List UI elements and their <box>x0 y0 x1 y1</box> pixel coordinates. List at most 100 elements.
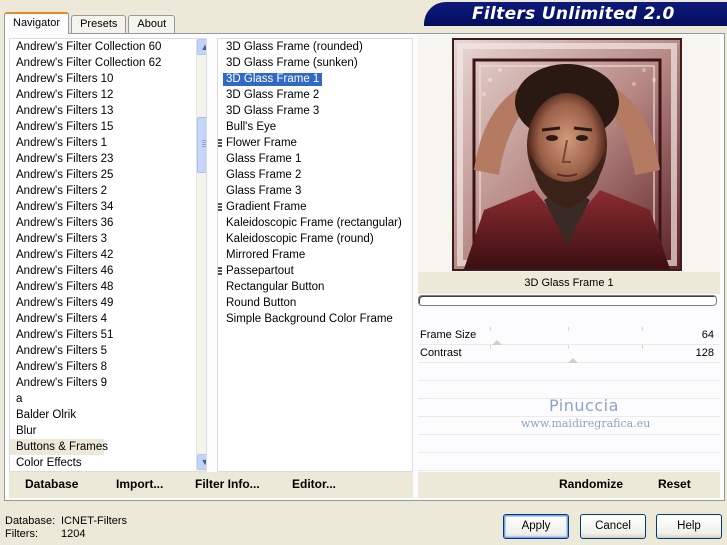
import-button[interactable]: Import... <box>116 477 163 491</box>
category-item[interactable]: Andrew's Filters 49 <box>10 295 190 311</box>
param-empty <box>418 363 720 381</box>
filter-item[interactable]: 3D Glass Frame 3 <box>222 103 402 119</box>
filter-info-button[interactable]: Filter Info... <box>195 477 260 491</box>
category-item[interactable]: Andrew's Filters 25 <box>10 167 190 183</box>
filter-item[interactable]: Mirrored Frame <box>222 247 402 263</box>
category-item[interactable]: Andrew's Filters 4 <box>10 311 190 327</box>
filter-list[interactable]: 3D Glass Frame (rounded) 3D Glass Frame (… <box>217 38 413 472</box>
scroll-up-button[interactable]: ▲ <box>197 39 206 55</box>
category-item[interactable]: Andrew's Filters 48 <box>10 279 190 295</box>
category-item[interactable]: Andrew's Filter Collection 60 <box>10 39 190 55</box>
param-frame-size[interactable]: Frame Size 64 <box>418 327 720 345</box>
scroll-thumb[interactable] <box>197 117 206 173</box>
filter-items: 3D Glass Frame (rounded) 3D Glass Frame (… <box>218 39 402 327</box>
category-item[interactable]: Andrew's Filters 23 <box>10 151 190 167</box>
category-item[interactable]: Andrew's Filters 1 <box>10 135 190 151</box>
apply-button[interactable]: Apply <box>503 514 569 539</box>
arrow-up-icon: ▲ <box>201 42 206 52</box>
category-item[interactable]: a <box>10 391 190 407</box>
filter-item[interactable]: Glass Frame 3 <box>222 183 402 199</box>
category-item[interactable]: Andrew's Filters 12 <box>10 87 190 103</box>
slider-guide <box>568 327 569 331</box>
filter-item-label: Rectangular Button <box>226 281 325 293</box>
app-title-banner: Filters Unlimited 2.0 <box>424 2 727 26</box>
progress-bar <box>418 295 717 306</box>
filter-item[interactable]: Gradient Frame <box>218 199 402 215</box>
category-item[interactable]: Andrew's Filters 34 <box>10 199 190 215</box>
filter-item[interactable]: Bull's Eye <box>222 119 402 135</box>
reset-button[interactable]: Reset <box>658 477 691 491</box>
filter-item[interactable]: Flower Frame <box>218 135 402 151</box>
param-label: Contrast <box>420 347 462 359</box>
category-item[interactable]: Andrew's Filters 9 <box>10 375 190 391</box>
database-value: ICNET-Filters <box>61 515 127 527</box>
filter-item[interactable]: Passepartout <box>218 263 402 279</box>
editor-button[interactable]: Editor... <box>292 477 336 491</box>
filter-item-label: 3D Glass Frame (rounded) <box>226 41 363 53</box>
category-item[interactable]: Andrew's Filters 51 <box>10 327 190 343</box>
category-item[interactable]: Andrew's Filters 36 <box>10 215 190 231</box>
filter-item-label: Round Button <box>226 297 297 309</box>
category-item[interactable]: Color Effects <box>10 455 190 471</box>
filter-item[interactable]: Glass Frame 1 <box>222 151 402 167</box>
filter-item-label: 3D Glass Frame 3 <box>226 105 320 117</box>
category-items: Andrew's Filter Collection 60 Andrew's Fi… <box>10 39 190 471</box>
tab-navigator[interactable]: Navigator <box>4 12 70 34</box>
filter-item[interactable]: 3D Glass Frame 2 <box>222 87 402 103</box>
category-item[interactable]: Andrew's Filters 10 <box>10 71 190 87</box>
watermark-name: Pinuccia <box>549 396 619 415</box>
filter-item[interactable]: 3D Glass Frame (sunken) <box>222 55 402 71</box>
filter-item-label: Gradient Frame <box>226 201 307 213</box>
category-item[interactable]: Andrew's Filters 8 <box>10 359 190 375</box>
category-item[interactable]: Andrew's Filters 42 <box>10 247 190 263</box>
filter-item[interactable]: Kaleidoscopic Frame (rectangular) <box>222 215 402 231</box>
database-label: Database: <box>5 515 56 527</box>
help-button[interactable]: Help <box>656 514 722 539</box>
category-item[interactable]: Buttons & Frames <box>10 439 108 455</box>
slider-guide <box>642 327 643 331</box>
param-value: 128 <box>695 347 714 359</box>
category-item[interactable]: Balder Olrik <box>10 407 190 423</box>
scroll-down-button[interactable]: ▼ <box>197 454 206 470</box>
category-item[interactable]: Andrew's Filter Collection 62 <box>10 55 190 71</box>
slider-guide <box>642 345 643 349</box>
tab-presets[interactable]: Presets <box>71 15 127 34</box>
preview-image <box>452 38 682 271</box>
cancel-button[interactable]: Cancel <box>580 514 646 539</box>
category-item[interactable]: Andrew's Filters 46 <box>10 263 190 279</box>
right-button-bar: Randomize Reset <box>418 472 720 498</box>
left-button-bar: Database Import... Filter Info... Editor… <box>9 472 413 498</box>
filter-item[interactable]: Simple Background Color Frame <box>222 311 402 327</box>
category-item[interactable]: Andrew's Filters 2 <box>10 183 190 199</box>
category-item[interactable]: Blur <box>10 423 190 439</box>
footer-info: Database: ICNET-Filters Filters: 1204 <box>5 515 127 541</box>
slider-guide <box>490 345 491 349</box>
filter-item-label: 3D Glass Frame 2 <box>226 89 320 101</box>
filter-item[interactable]: 3D Glass Frame 1 <box>222 71 402 87</box>
filter-item[interactable]: Glass Frame 2 <box>222 167 402 183</box>
filter-title: 3D Glass Frame 1 <box>418 272 720 294</box>
slider-guide <box>490 327 491 331</box>
filter-item[interactable]: 3D Glass Frame (rounded) <box>222 39 402 55</box>
param-contrast[interactable]: Contrast 128 <box>418 345 720 363</box>
filter-item[interactable]: Round Button <box>222 295 402 311</box>
database-button[interactable]: Database <box>25 477 78 491</box>
category-item[interactable]: Andrew's Filters 3 <box>10 231 190 247</box>
param-label: Frame Size <box>420 329 477 341</box>
filter-item-label: Glass Frame 2 <box>226 169 302 181</box>
filters-count: 1204 <box>61 528 86 540</box>
filter-item[interactable]: Rectangular Button <box>222 279 402 295</box>
category-list[interactable]: Andrew's Filter Collection 60 Andrew's Fi… <box>9 38 207 472</box>
param-empty <box>418 453 720 471</box>
filter-item-label: Mirrored Frame <box>226 249 306 261</box>
category-item[interactable]: Andrew's Filters 13 <box>10 103 190 119</box>
tab-about[interactable]: About <box>128 15 176 34</box>
filter-item[interactable]: Kaleidoscopic Frame (round) <box>222 231 402 247</box>
category-scrollbar[interactable]: ▲ ▼ <box>196 39 206 471</box>
param-empty <box>418 435 720 453</box>
slider-guide <box>568 345 569 349</box>
category-item[interactable]: Andrew's Filters 5 <box>10 343 190 359</box>
randomize-button[interactable]: Randomize <box>559 477 623 491</box>
category-item[interactable]: Andrew's Filters 15 <box>10 119 190 135</box>
tab-strip: Navigator Presets About <box>4 12 177 34</box>
